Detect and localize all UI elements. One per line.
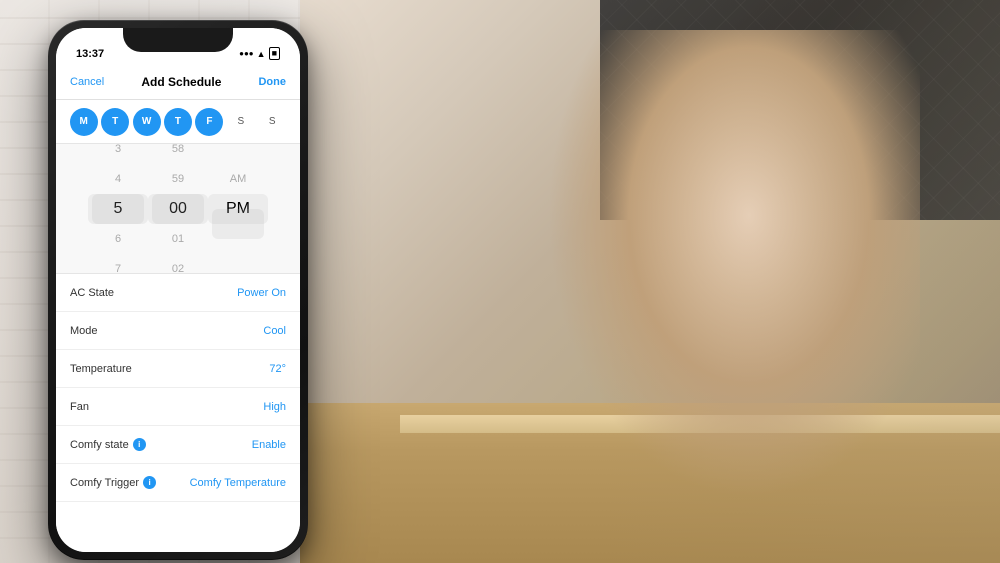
- day-friday[interactable]: F: [195, 108, 223, 136]
- comfy-state-label: Comfy state i: [70, 438, 146, 451]
- hour-4: 4: [88, 164, 148, 194]
- temperature-label: Temperature: [70, 363, 132, 375]
- setting-ac-state[interactable]: AC State Power On: [56, 274, 300, 312]
- phone-notch: [123, 28, 233, 52]
- hour-column[interactable]: 3 4 5 6 7: [88, 144, 148, 274]
- minute-00-selected: 00: [148, 194, 208, 224]
- fan-value: High: [263, 401, 286, 413]
- day-saturday[interactable]: S: [227, 108, 255, 136]
- comfy-state-info-icon[interactable]: i: [133, 438, 146, 451]
- day-wednesday[interactable]: W: [133, 108, 161, 136]
- time-picker[interactable]: 3 4 5 6 7 58 59 00 01 02 AM PM: [56, 144, 300, 274]
- phone: 13:37 ●●● ▲ ■ Cancel Add Schedule Done M…: [48, 20, 308, 560]
- ac-state-value: Power On: [237, 287, 286, 299]
- hour-6: 6: [88, 224, 148, 254]
- ac-state-label: AC State: [70, 287, 114, 299]
- wifi-icon: ▲: [257, 49, 266, 59]
- hour-3: 3: [88, 144, 148, 164]
- setting-comfy-state[interactable]: Comfy state i Enable: [56, 426, 300, 464]
- days-row: M T W T F S S: [56, 100, 300, 144]
- temperature-value: 72°: [269, 363, 286, 375]
- minute-column[interactable]: 58 59 00 01 02: [148, 144, 208, 274]
- setting-comfy-trigger[interactable]: Comfy Trigger i Comfy Temperature: [56, 464, 300, 502]
- fan-label: Fan: [70, 401, 89, 413]
- day-thursday[interactable]: T: [164, 108, 192, 136]
- signal-icon: ●●●: [239, 49, 254, 58]
- setting-mode[interactable]: Mode Cool: [56, 312, 300, 350]
- hour-7: 7: [88, 254, 148, 275]
- period-pm-selected: PM: [208, 194, 268, 224]
- period-am: AM: [208, 164, 268, 194]
- setting-temperature[interactable]: Temperature 72°: [56, 350, 300, 388]
- nav-bar: Cancel Add Schedule Done: [56, 64, 300, 100]
- phone-screen: 13:37 ●●● ▲ ■ Cancel Add Schedule Done M…: [56, 28, 300, 552]
- day-monday[interactable]: M: [70, 108, 98, 136]
- mode-value: Cool: [263, 325, 286, 337]
- minute-58: 58: [148, 144, 208, 164]
- done-button[interactable]: Done: [258, 76, 286, 88]
- comfy-trigger-info-icon[interactable]: i: [143, 476, 156, 489]
- settings-area: AC State Power On Mode Cool Temperature …: [56, 274, 300, 552]
- period-column[interactable]: AM PM: [208, 164, 268, 254]
- minute-01: 01: [148, 224, 208, 254]
- comfy-state-value: Enable: [252, 439, 286, 451]
- cancel-button[interactable]: Cancel: [70, 76, 104, 88]
- comfy-trigger-label: Comfy Trigger i: [70, 476, 156, 489]
- setting-fan[interactable]: Fan High: [56, 388, 300, 426]
- battery-icon: ■: [269, 47, 280, 60]
- period-empty: [208, 224, 268, 254]
- status-icons: ●●● ▲ ■: [239, 47, 280, 60]
- comfy-trigger-value: Comfy Temperature: [190, 477, 286, 489]
- day-sunday[interactable]: S: [258, 108, 286, 136]
- minute-02: 02: [148, 254, 208, 275]
- hour-5-selected: 5: [88, 194, 148, 224]
- mode-label: Mode: [70, 325, 98, 337]
- day-tuesday[interactable]: T: [101, 108, 129, 136]
- minute-59: 59: [148, 164, 208, 194]
- status-time: 13:37: [76, 48, 104, 60]
- nav-title: Add Schedule: [141, 75, 221, 89]
- person-silhouette: [540, 30, 920, 560]
